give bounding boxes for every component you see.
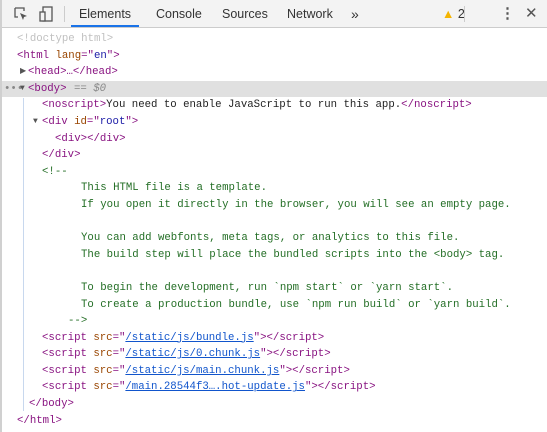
doctype-text: <!doctype html> [17, 33, 114, 45]
script-link[interactable]: /static/js/0.chunk.js [125, 348, 260, 360]
more-options-icon[interactable]: ⋮ [500, 0, 515, 27]
script-link[interactable]: /static/js/bundle.js [125, 332, 253, 344]
collapse-arrow-icon[interactable]: ▼ [33, 114, 38, 131]
device-toolbar-icon[interactable] [39, 6, 53, 22]
tab-elements[interactable]: Elements [71, 0, 139, 27]
comment-line: This HTML file is a template. [81, 182, 267, 195]
script-node[interactable]: <script src="/static/js/0.chunk.js"></sc… [2, 346, 547, 363]
warning-icon: ▲ [442, 7, 455, 21]
comment-line [2, 214, 547, 231]
close-icon[interactable]: ✕ [525, 0, 538, 27]
body-close[interactable]: </body> [2, 396, 547, 413]
script-node[interactable]: <script src="/static/js/bundle.js"></scr… [2, 330, 547, 347]
html-close[interactable]: </html> [2, 413, 547, 430]
divider [64, 6, 65, 22]
comment-line: If you open it directly in the browser, … [81, 198, 511, 211]
div-root-node[interactable]: ▼ <div id="root"> [2, 114, 547, 131]
comment-line: To create a production bundle, use `npm … [81, 298, 511, 311]
comment-line: You can add webfonts, meta tags, or anal… [81, 232, 460, 245]
body-tag: <body> [28, 82, 67, 95]
tab-network[interactable]: Network [287, 0, 333, 27]
noscript-node[interactable]: <noscript>You need to enable JavaScript … [2, 97, 547, 114]
script-link[interactable]: /static/js/main.chunk.js [125, 365, 279, 377]
html-node[interactable]: <html lang="en"> [2, 48, 547, 65]
body-node[interactable]: ••• ▼ <body> == $0 [2, 80, 547, 98]
inner-div-node[interactable]: <div></div> [2, 131, 547, 148]
comment-line [2, 263, 547, 280]
comment-line: The build step will place the bundled sc… [81, 248, 505, 261]
tab-console[interactable]: Console [156, 0, 202, 27]
more-tabs-button[interactable]: » [351, 0, 359, 27]
head-node[interactable]: ▶ <head>…</head> [2, 64, 547, 81]
comment-line: To begin the development, run `npm start… [81, 281, 453, 294]
script-node[interactable]: <script src="/main.28544f3….hot-update.j… [2, 379, 547, 396]
expand-arrow-icon[interactable]: ▶ [20, 64, 26, 81]
head-tag: <head>…</head> [28, 66, 118, 79]
dom-tree: <!doctype html> <html lang="en"> ▶ <head>… [2, 31, 547, 429]
devtools-toolbar: Elements Console Sources Network » ▲ 2 ⋮… [2, 0, 547, 28]
comment-close: --> [68, 315, 88, 328]
html-open: <html lang="en"> [17, 49, 120, 62]
inspect-element-icon[interactable] [14, 7, 28, 21]
warnings-button[interactable]: ▲ 2 [442, 0, 465, 27]
selected-marker: == $0 [74, 82, 107, 95]
script-node[interactable]: <script src="/static/js/main.chunk.js"><… [2, 363, 547, 380]
comment-node[interactable]: <!-- [2, 164, 547, 181]
collapse-arrow-icon[interactable]: ▼ [20, 81, 25, 98]
divider [464, 6, 465, 22]
tab-sources[interactable]: Sources [222, 0, 268, 27]
div-close[interactable]: </div> [2, 147, 547, 164]
doctype-node[interactable]: <!doctype html> [2, 31, 547, 48]
script-link[interactable]: /main.28544f3….hot-update.js [125, 381, 305, 393]
